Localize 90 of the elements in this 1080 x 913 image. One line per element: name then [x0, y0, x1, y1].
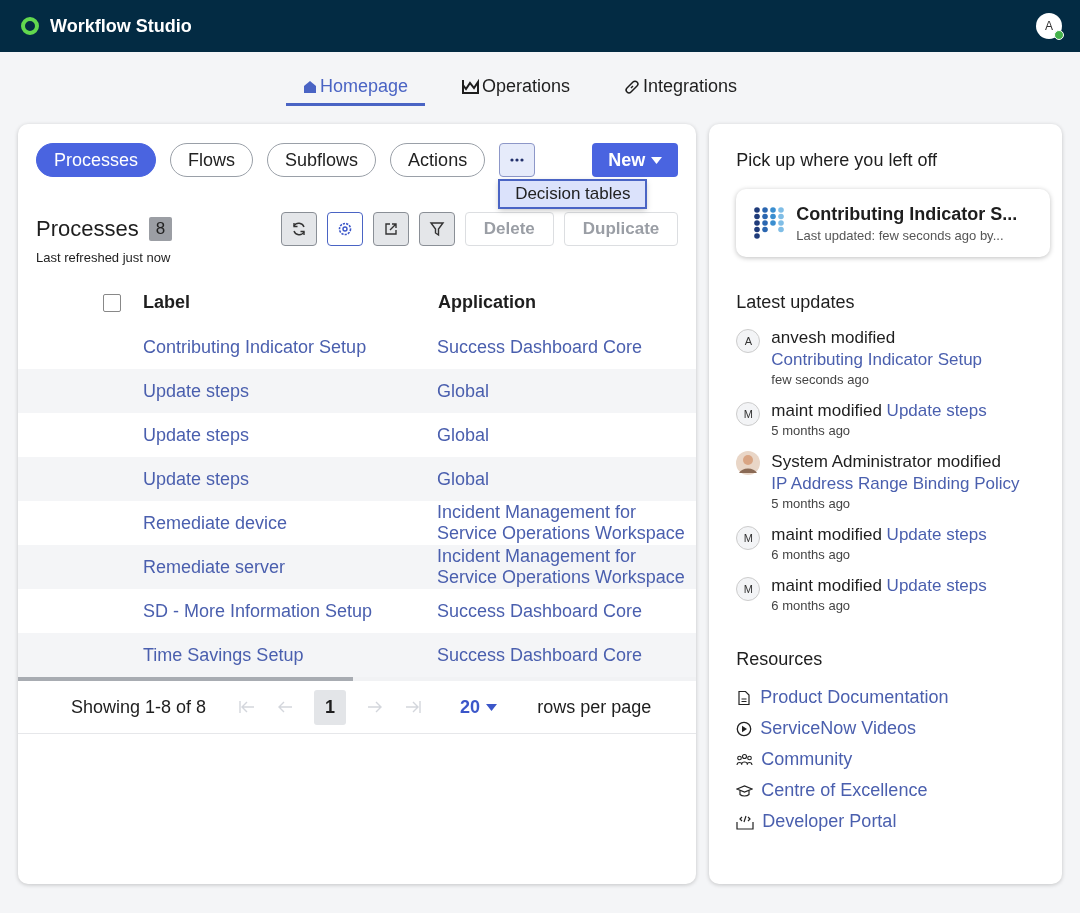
nav-tab[interactable]: Integrations: [607, 74, 755, 106]
user-avatar: M: [736, 526, 761, 550]
process-link[interactable]: Update steps: [143, 380, 250, 401]
recent-item-title: Contributing Indicator S...: [796, 203, 1018, 225]
update-link[interactable]: Contributing Indicator Setup: [771, 350, 983, 369]
caret-icon: [486, 703, 498, 711]
play-icon: [736, 720, 753, 737]
filter-pill[interactable]: Subflows: [267, 143, 377, 177]
section-title: Resources: [736, 649, 824, 670]
app-title: Workflow Studio: [50, 15, 192, 37]
refresh-button[interactable]: [280, 212, 317, 246]
update-message: maint modified Update steps: [771, 524, 987, 546]
user-avatar: M: [736, 402, 761, 426]
logo-icon: [20, 16, 40, 36]
flow-icon: [754, 207, 785, 239]
document-icon: [736, 689, 753, 706]
recent-item-card[interactable]: Contributing Indicator S... Last updated: few seconds ago by...: [736, 189, 1050, 257]
application-link[interactable]: Incident Management for Service Operations Workspace: [437, 546, 697, 588]
resource-link[interactable]: ServiceNow Videos: [760, 718, 917, 739]
resource-link[interactable]: Developer Portal: [762, 811, 897, 832]
new-button[interactable]: New: [592, 143, 679, 177]
resource-link[interactable]: Centre of Excellence: [761, 780, 928, 801]
update-message: maint modified Update steps: [771, 400, 987, 422]
settings-button[interactable]: [326, 212, 363, 246]
chart-icon: [461, 79, 479, 94]
update-time: few seconds ago: [771, 372, 870, 387]
nav-tab[interactable]: Homepage: [285, 74, 425, 106]
user-avatar[interactable]: A: [1036, 13, 1062, 39]
process-link[interactable]: Contributing Indicator Setup: [143, 336, 367, 357]
more-icon: [510, 158, 525, 162]
refresh-icon: [290, 221, 307, 237]
update-message: maint modified Update steps: [771, 575, 987, 597]
update-message: System Administrator modified IP Address Range Binding Policy: [771, 451, 1021, 495]
page-size-dropdown[interactable]: 20: [460, 696, 498, 718]
section-title: Latest updates: [736, 292, 856, 313]
update-time: 6 months ago: [771, 598, 852, 613]
process-link[interactable]: Update steps: [143, 424, 250, 445]
update-link[interactable]: Update steps: [886, 576, 987, 595]
process-link[interactable]: Update steps: [143, 468, 250, 489]
user-avatar-icon: [736, 451, 761, 475]
filter-pill[interactable]: Processes: [36, 143, 157, 177]
list-title: Processes: [36, 216, 139, 242]
first-page-icon[interactable]: [238, 700, 257, 714]
nav-tab[interactable]: Operations: [444, 74, 588, 106]
export-button[interactable]: [372, 212, 409, 246]
update-link[interactable]: Update steps: [886, 401, 987, 420]
user-avatar: M: [736, 577, 761, 601]
filter-button[interactable]: [418, 212, 455, 246]
count-badge: 8: [148, 217, 173, 241]
user-avatar: A: [736, 329, 761, 353]
application-link[interactable]: Global: [437, 424, 697, 446]
resource-link[interactable]: Product Documentation: [760, 687, 949, 708]
application-link[interactable]: Incident Management for Service Operations Workspace: [437, 502, 697, 544]
application-link[interactable]: Success Dashboard Core: [437, 336, 697, 358]
resource-link[interactable]: Community: [761, 749, 853, 770]
column-header[interactable]: Label: [143, 291, 190, 312]
page-size-label: rows per page: [537, 696, 652, 718]
export-icon: [382, 221, 399, 237]
home-icon: [302, 79, 317, 94]
column-header[interactable]: Application: [438, 291, 536, 312]
update-link[interactable]: Update steps: [886, 525, 987, 544]
more-button[interactable]: [499, 143, 536, 177]
select-all-checkbox[interactable]: [103, 293, 121, 312]
pagination-summary: Showing 1-8 of 8: [71, 696, 207, 718]
refresh-status: Last refreshed just now: [35, 249, 172, 265]
update-time: 5 months ago: [771, 423, 852, 438]
scrollbar-thumb[interactable]: [18, 677, 353, 681]
menu-item[interactable]: Decision tables: [500, 181, 646, 207]
filter-pill[interactable]: Actions: [390, 143, 486, 177]
update-link[interactable]: IP Address Range Binding Policy: [771, 474, 1020, 493]
current-page[interactable]: 1: [314, 689, 347, 725]
link-icon: [624, 78, 641, 95]
caret-icon: [651, 156, 663, 164]
section-title: Pick up where you left off: [736, 150, 939, 171]
next-page-icon[interactable]: [367, 700, 384, 714]
settings-icon: [336, 221, 353, 237]
process-link[interactable]: Remediate device: [143, 512, 288, 533]
filter-pill[interactable]: Flows: [170, 143, 254, 177]
graduation-cap-icon: [736, 783, 754, 798]
update-time: 5 months ago: [771, 496, 852, 511]
update-message: anvesh modified Contributing Indicator Setup: [771, 327, 984, 371]
last-page-icon[interactable]: [404, 700, 423, 714]
people-icon: [736, 752, 754, 767]
recent-item-subtitle: Last updated: few seconds ago by...: [796, 227, 1005, 243]
update-time: 6 months ago: [771, 547, 852, 562]
filter-icon: [428, 221, 445, 237]
application-link[interactable]: Success Dashboard Core: [437, 600, 697, 622]
process-link[interactable]: SD - More Information Setup: [143, 600, 373, 621]
previous-page-icon[interactable]: [277, 700, 294, 714]
code-icon: [736, 813, 755, 830]
